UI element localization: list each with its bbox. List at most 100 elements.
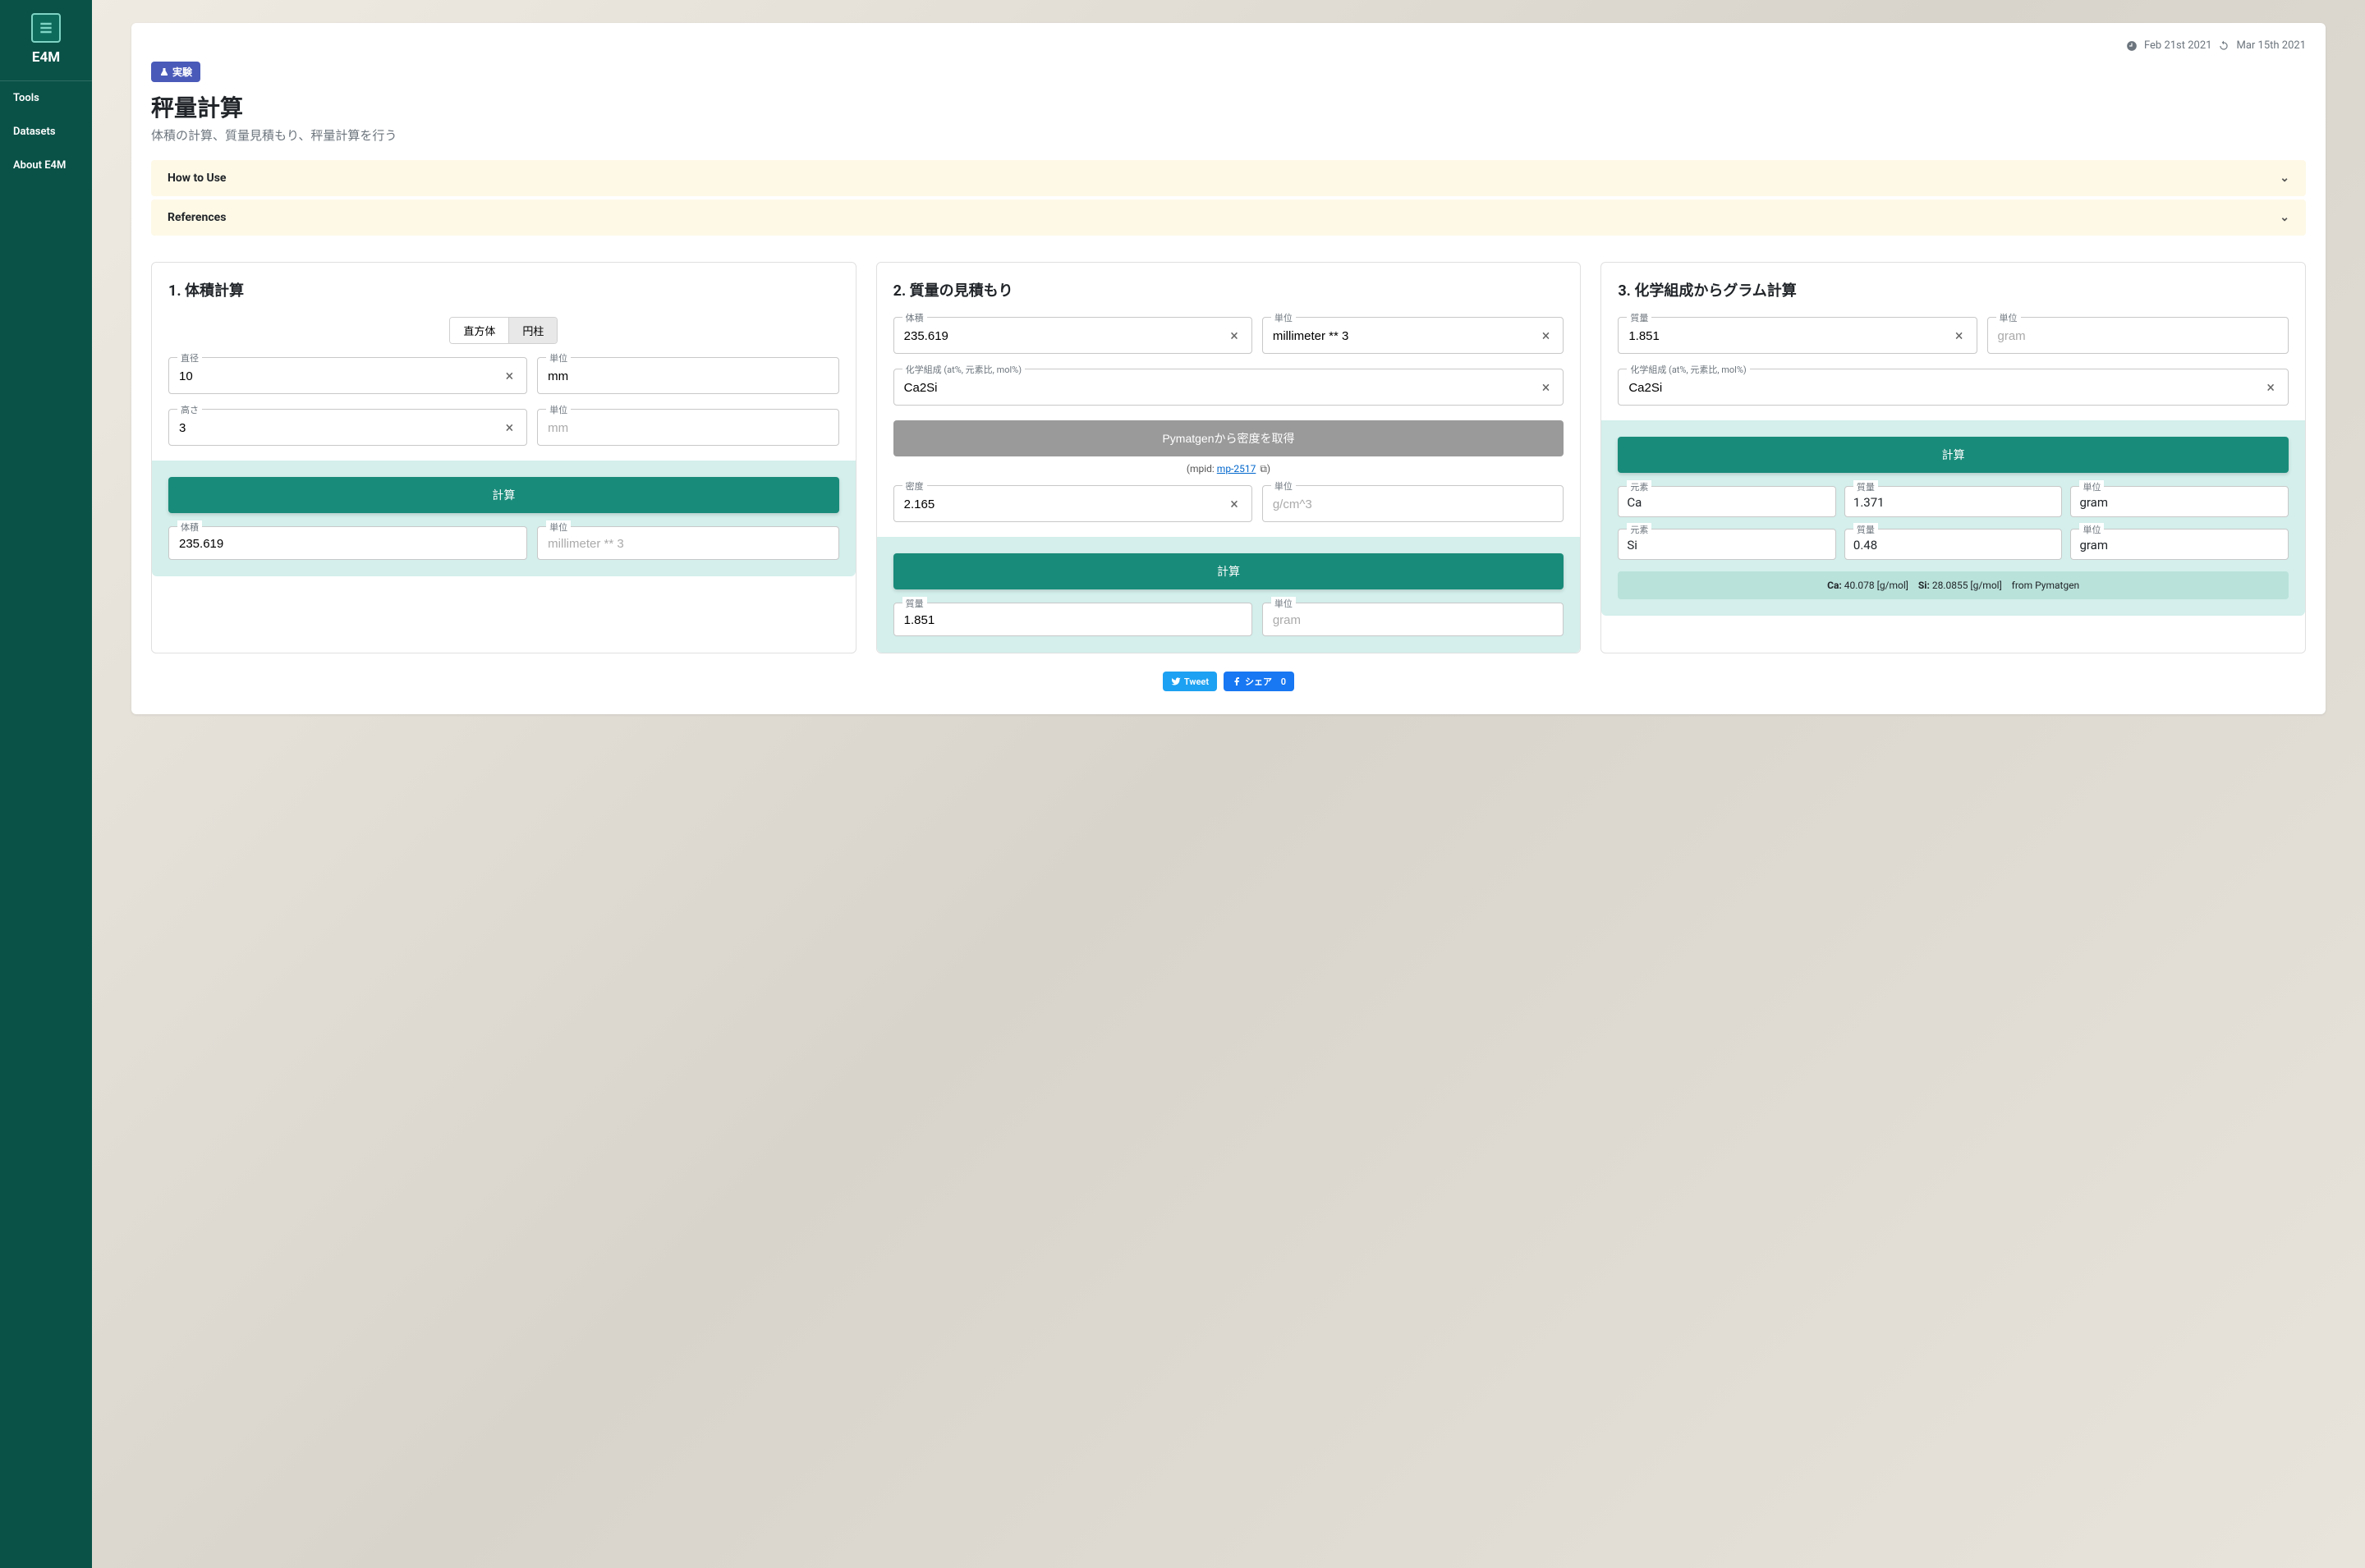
mpid-prefix: (mpid: (1187, 463, 1217, 475)
field-label: 元素 (1627, 523, 1651, 536)
mass-field: 質量 0.48 (1844, 529, 2063, 560)
field-label: 単位 (1271, 479, 1296, 493)
updated-date: Mar 15th 2021 (2236, 39, 2306, 52)
field-label: 密度 (902, 479, 927, 493)
mpid-link[interactable]: mp-2517 (1217, 463, 1256, 475)
info-ca-label: Ca: (1827, 580, 1842, 591)
panel-title: 3. 化学組成からグラム計算 (1618, 279, 2289, 300)
diameter-unit-field[interactable]: 単位 (537, 357, 838, 394)
mass-field[interactable]: 質量 × (1618, 317, 1977, 354)
result-row: 元素 Ca 質量 1.371 単位 gram (1618, 486, 2289, 517)
mass-value: 1.371 (1853, 495, 2054, 510)
calc-button[interactable]: 計算 (1618, 437, 2289, 473)
volume-field[interactable]: 体積 × (893, 317, 1252, 354)
element-value: Si (1627, 538, 1827, 552)
logo-mark-icon (38, 20, 54, 36)
composition-field[interactable]: 化学組成 (at%, 元素比, mol%) × (1618, 369, 2289, 406)
mass-field[interactable]: 質量 (893, 603, 1252, 636)
density-input[interactable] (904, 497, 1228, 511)
diameter-field[interactable]: 直径 × (168, 357, 527, 394)
tweet-button[interactable]: Tweet (1163, 672, 1217, 691)
volume-unit-input[interactable] (1273, 329, 1539, 343)
field-label: 単位 (1996, 311, 2021, 324)
mass-field: 質量 1.371 (1844, 486, 2063, 517)
volume-unit-output[interactable] (548, 537, 828, 551)
seg-cuboid[interactable]: 直方体 (450, 318, 508, 343)
field-label: 高さ (177, 403, 202, 416)
mpid-row: (mpid: mp-2517 ⧉) (893, 463, 1564, 475)
clear-icon[interactable]: × (503, 420, 517, 437)
panel-title: 2. 質量の見積もり (893, 279, 1564, 300)
calc-button[interactable]: 計算 (893, 553, 1564, 589)
height-input[interactable] (179, 421, 503, 435)
clear-icon[interactable]: × (2263, 379, 2278, 397)
composition-input[interactable] (1628, 381, 2263, 395)
mass-unit-output[interactable] (1273, 613, 1554, 627)
height-unit-field[interactable]: 単位 (537, 409, 838, 446)
volume-input[interactable] (904, 329, 1228, 343)
density-unit-field[interactable]: 単位 (1262, 485, 1564, 522)
sidebar-item-tools[interactable]: Tools (0, 81, 92, 115)
accordion-label: References (168, 211, 226, 224)
clear-icon[interactable]: × (1952, 328, 1967, 345)
external-link-icon: ⧉ (1260, 463, 1267, 475)
volume-unit-field[interactable]: 単位 × (1262, 317, 1564, 354)
sidebar: E4M Tools Datasets About E4M (0, 0, 92, 1568)
height-unit-input[interactable] (548, 421, 828, 435)
mass-input[interactable] (1628, 329, 1952, 343)
badge-label: 実験 (172, 65, 192, 79)
clear-icon[interactable]: × (1227, 496, 1242, 513)
accordion-label: How to Use (168, 172, 226, 185)
element-field: 元素 Si (1618, 529, 1836, 560)
info-si-val: 28.0855 [g/mol] (1930, 580, 2002, 591)
sidebar-item-about[interactable]: About E4M (0, 149, 92, 182)
logo-icon (31, 13, 61, 43)
molar-mass-info: Ca: 40.078 [g/mol] Si: 28.0855 [g/mol] f… (1618, 571, 2289, 599)
content-card: Feb 21st 2021 Mar 15th 2021 実験 秤量計算 体積の計… (131, 23, 2326, 714)
volume-unit-field[interactable]: 単位 (537, 526, 838, 560)
pymatgen-button[interactable]: Pymatgenから密度を取得 (893, 420, 1564, 456)
field-label: 質量 (902, 597, 927, 610)
calc-button[interactable]: 計算 (168, 477, 839, 513)
created-date: Feb 21st 2021 (2144, 39, 2212, 52)
diameter-input[interactable] (179, 369, 503, 383)
panel1-result: 計算 体積 単位 (152, 461, 856, 576)
clear-icon[interactable]: × (1539, 379, 1554, 397)
seg-cylinder[interactable]: 円柱 (508, 318, 557, 343)
main: Feb 21st 2021 Mar 15th 2021 実験 秤量計算 体積の計… (92, 0, 2365, 1568)
composition-input[interactable] (904, 381, 1539, 395)
meta-row: Feb 21st 2021 Mar 15th 2021 (151, 39, 2306, 52)
density-unit-input[interactable] (1273, 497, 1554, 511)
mass-unit-input[interactable] (1998, 329, 2279, 343)
sidebar-item-datasets[interactable]: Datasets (0, 115, 92, 149)
fb-share-button[interactable]: シェア 0 (1224, 672, 1294, 691)
panel-mass: 2. 質量の見積もり 体積 × 単位 × (876, 262, 1582, 653)
height-field[interactable]: 高さ × (168, 409, 527, 446)
mass-output[interactable] (904, 613, 1242, 627)
composition-field[interactable]: 化学組成 (at%, 元素比, mol%) × (893, 369, 1564, 406)
clear-icon[interactable]: × (1227, 328, 1242, 345)
volume-field[interactable]: 体積 (168, 526, 527, 560)
diameter-unit-input[interactable] (548, 369, 828, 383)
accordion-how-to-use[interactable]: How to Use ⌄ (151, 160, 2306, 196)
field-label: 質量 (1853, 480, 1878, 493)
flask-icon (159, 67, 169, 77)
mass-unit-field[interactable]: 単位 (1262, 603, 1564, 636)
volume-output[interactable] (179, 537, 517, 551)
panels-grid: 1. 体積計算 直方体 円柱 直径 × 単位 (151, 262, 2306, 653)
density-field[interactable]: 密度 × (893, 485, 1252, 522)
field-label: 質量 (1853, 523, 1878, 536)
chevron-down-icon: ⌄ (2280, 172, 2289, 185)
shape-segmented: 直方体 円柱 (449, 317, 558, 344)
sidebar-logo[interactable]: E4M (0, 10, 92, 74)
clear-icon[interactable]: × (503, 368, 517, 385)
clear-icon[interactable]: × (1539, 328, 1554, 345)
element-field: 元素 Ca (1618, 486, 1836, 517)
field-label: 体積 (177, 520, 202, 534)
unit-field: 単位 gram (2070, 486, 2289, 517)
accordion-references[interactable]: References ⌄ (151, 199, 2306, 236)
mass-unit-field[interactable]: 単位 (1987, 317, 2289, 354)
share-label: シェア (1245, 675, 1272, 688)
field-label: 化学組成 (at%, 元素比, mol%) (1627, 363, 1749, 376)
brand-text: E4M (0, 49, 92, 66)
